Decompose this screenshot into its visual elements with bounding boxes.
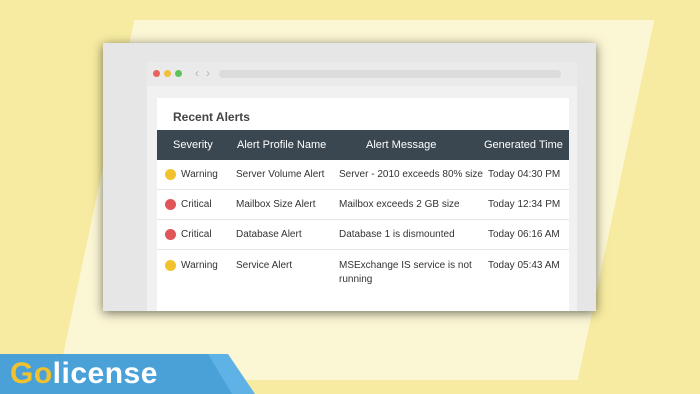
severity-label: Warning <box>181 260 218 271</box>
alert-profile-name: Mailbox Size Alert <box>236 199 316 210</box>
column-header-alert-profile-name[interactable]: Alert Profile Name <box>237 130 326 160</box>
alert-message: Server - 2010 exceeds 80% size <box>339 169 483 180</box>
column-header-generated-time[interactable]: Generated Time <box>484 130 563 160</box>
back-arrow-icon[interactable]: ‹ <box>195 66 199 80</box>
alert-profile-name: Database Alert <box>236 229 302 240</box>
warning-status-icon <box>165 260 176 271</box>
forward-arrow-icon[interactable]: › <box>206 66 210 80</box>
severity-label: Critical <box>181 229 212 240</box>
alert-profile-name: Service Alert <box>236 260 293 271</box>
address-bar[interactable] <box>219 70 561 78</box>
severity-label: Critical <box>181 199 212 210</box>
table-header: Severity Alert Profile Name Alert Messag… <box>157 130 569 160</box>
maximize-window-icon[interactable] <box>175 70 182 77</box>
browser-toolbar: ‹ › <box>147 62 577 86</box>
alert-message: Database 1 is dismounted <box>339 229 455 240</box>
table-row[interactable]: Critical Database Alert Database 1 is di… <box>157 220 569 250</box>
alert-profile-name: Server Volume Alert <box>236 169 325 180</box>
alert-message: Mailbox exceeds 2 GB size <box>339 199 460 210</box>
panel-title: Recent Alerts <box>173 110 250 124</box>
table-row[interactable]: Critical Mailbox Size Alert Mailbox exce… <box>157 190 569 220</box>
table-row[interactable]: Warning Service Alert MSExchange IS serv… <box>157 250 569 293</box>
minimize-window-icon[interactable] <box>164 70 171 77</box>
recent-alerts-panel: Recent Alerts Severity Alert Profile Nam… <box>157 98 569 311</box>
column-header-severity[interactable]: Severity <box>173 130 213 160</box>
generated-time: Today 12:34 PM <box>488 199 561 210</box>
close-window-icon[interactable] <box>153 70 160 77</box>
alert-message: MSExchange IS service is not running <box>339 260 472 285</box>
column-header-alert-message[interactable]: Alert Message <box>366 130 436 160</box>
logo-license-text: license <box>52 357 158 390</box>
warning-status-icon <box>165 169 176 180</box>
critical-status-icon <box>165 199 176 210</box>
generated-time: Today 04:30 PM <box>488 169 561 180</box>
browser-window: ‹ › Recent Alerts Severity Alert Profile… <box>147 62 577 311</box>
generated-time: Today 05:43 AM <box>488 260 560 271</box>
severity-label: Warning <box>181 169 218 180</box>
golicense-logo: Golicense <box>10 356 158 392</box>
critical-status-icon <box>165 229 176 240</box>
table-row[interactable]: Warning Server Volume Alert Server - 201… <box>157 160 569 190</box>
generated-time: Today 06:16 AM <box>488 229 560 240</box>
logo-go-text: Go <box>10 357 53 390</box>
